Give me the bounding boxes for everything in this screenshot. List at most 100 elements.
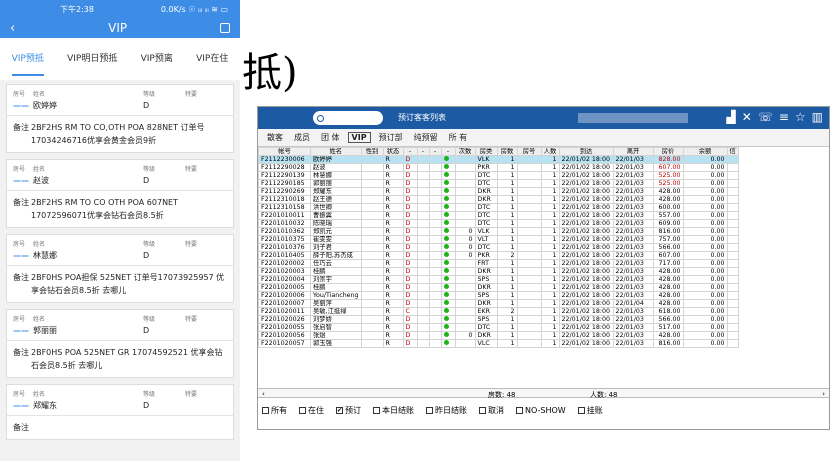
filter-checkbox[interactable]: 在住 [299, 405, 324, 416]
table-row[interactable]: F2112290185 郭丽丽 R D DTC 1 1 22/01/02 18:00 22/01… [258, 179, 739, 188]
scroll-right-icon[interactable]: › [822, 390, 825, 398]
filter-tab-2[interactable]: 团 体 [318, 132, 343, 143]
table-cell: 0.00 [682, 259, 728, 268]
guest-card[interactable]: 房号 姓名 等级 特要 —— 林慧娜 D 备注 2BF0HS POA担保 525NET 订单号1… [6, 234, 234, 303]
column-header[interactable]: 房类 [474, 147, 498, 156]
table-row[interactable]: F2201020007 吴丽萍 R D DKR 1 1 22/01/02 18:00 22/01… [258, 299, 739, 308]
column-header[interactable]: 房数 [496, 147, 518, 156]
table-row[interactable]: F2201020011 吴敏,江挺禄 R C EKR 2 1 22/01/02 18:00 22… [258, 307, 739, 316]
search-input[interactable] [313, 111, 383, 125]
unchecked-icon[interactable] [373, 407, 380, 414]
unchecked-icon[interactable] [479, 407, 486, 414]
column-header[interactable]: - [440, 147, 456, 156]
column-header[interactable]: 状态 [382, 147, 404, 156]
guest-card[interactable]: 房号 姓名 等级 特要 —— 郑耀东 D 备注 [6, 384, 234, 440]
unchecked-icon[interactable] [299, 407, 306, 414]
filter-tab-4[interactable]: 预订部 [376, 132, 406, 143]
column-header[interactable]: 离开 [612, 147, 654, 156]
grid-icon[interactable]: ▥ [812, 110, 823, 124]
table-row[interactable]: F2201010375 崔雯雯 R D 0 VLT 1 1 22/01/02 18:00 22/0… [258, 235, 739, 244]
table-row[interactable]: F2201010362 郑凯元 R D 0 VLK 1 1 22/01/02 18:00 22/0… [258, 227, 739, 236]
unchecked-icon[interactable] [516, 407, 523, 414]
filter-checkbox[interactable]: ✔ 预订 [336, 405, 361, 416]
back-icon[interactable]: ‹ [10, 21, 15, 36]
unchecked-icon[interactable] [577, 407, 585, 414]
table-row[interactable]: F2112290269 郑耀东 R D DKR 1 1 22/01/02 18:00 22/01… [258, 187, 739, 196]
table-cell: 609.00 [652, 219, 684, 228]
window-icon[interactable] [220, 23, 230, 33]
table-cell: 22/01/02 18:00 [558, 203, 614, 212]
table-row[interactable]: F2112310158 洪世卿 R D DTC 1 1 22/01/02 18:00 22/01… [258, 203, 739, 212]
table-cell: 428.00 [652, 267, 684, 276]
table-row[interactable]: F2201010032 陈晓瑞 R D DTC 1 1 22/01/02 18:00 22/01… [258, 219, 739, 228]
table-row[interactable]: F2201020004 刘崇宇 R D SPS 1 1 22/01/02 18:00 22/01… [258, 275, 739, 284]
tools-icon[interactable]: ✕ [742, 110, 752, 124]
table-row[interactable]: F2201020026 刘梦娇 R D SPS 1 1 22/01/02 18:00 22/01… [258, 315, 739, 324]
table-row[interactable]: F2201020002 任巧云 R D FRT 1 1 22/01/02 18:00 22/01… [258, 259, 739, 268]
filter-checkbox[interactable]: 挂账 [577, 405, 603, 416]
table-row[interactable]: F2201020005 桂鹏 R D DKR 1 1 22/01/02 18:00 22/01/… [258, 283, 739, 292]
filter-tab-0[interactable]: 散客 [264, 132, 286, 143]
checked-icon[interactable]: ✔ [336, 407, 343, 414]
table-cell [454, 299, 476, 308]
column-header[interactable]: 人数 [540, 147, 560, 156]
table-row[interactable]: F2112290139 林慧娜 R D DTC 1 1 22/01/02 18:00 22/01… [258, 171, 739, 180]
column-header[interactable]: 次数 [454, 147, 476, 156]
table-row[interactable]: F2112290028 赵波 R D PKR 1 1 22/01/02 18:00 22/01/… [258, 163, 739, 172]
unchecked-icon[interactable] [426, 407, 433, 414]
table-cell: 0.00 [682, 283, 728, 292]
column-header[interactable]: 房号 [516, 147, 542, 156]
table-cell [516, 211, 542, 220]
table-row[interactable]: F2112310018 赵王德 R D DKR 1 1 22/01/02 18:00 22/01… [258, 195, 739, 204]
filter-tab-3[interactable]: VIP [347, 132, 371, 143]
guest-card[interactable]: 房号 姓名 等级 特要 —— 赵波 D 备注 2BF2HS RM TO CO OTH POA 6… [6, 159, 234, 228]
guest-card[interactable]: 房号 姓名 等级 特要 —— 欧婷婷 D 备注 2BF2HS RM TO CO,OTH POA … [6, 84, 234, 153]
filter-tab-1[interactable]: 成员 [291, 132, 313, 143]
unchecked-icon[interactable] [262, 407, 269, 414]
filter-checkbox[interactable]: NO-SHOW [516, 405, 566, 416]
table-row[interactable]: F2201010011 曹振翼 R D DTC 1 1 22/01/02 18:00 22/01… [258, 211, 739, 220]
filter-tab-5[interactable]: 纯预留 [411, 132, 441, 143]
tab-1[interactable]: VIP明日预抵 [67, 38, 117, 80]
filter-checkbox[interactable]: 所有 [262, 405, 287, 416]
table-row[interactable]: F2112230006 欧婷婷 R D VLK 1 1 22/01/02 18:00 22/01… [258, 155, 739, 164]
column-header[interactable]: 性别 [360, 147, 384, 156]
column-header[interactable]: 信 [726, 147, 739, 156]
table-row[interactable]: F2201020055 张启智 R D DTC 1 1 22/01/02 18:00 22/01… [258, 323, 739, 332]
filter-checkbox[interactable]: 本日结账 [373, 405, 414, 416]
column-header[interactable]: 帐号 [258, 147, 311, 156]
table-row[interactable]: F2201020006 You/Tiancheng R D SPS 1 1 22/01/02 … [258, 291, 739, 300]
table-cell: 717.00 [652, 259, 684, 268]
tab-2[interactable]: VIP预离 [141, 38, 173, 80]
menu-icon[interactable]: ≡ [779, 110, 789, 124]
tab-0[interactable]: VIP预抵 [11, 38, 45, 80]
column-header[interactable]: 余额 [682, 147, 728, 156]
signal-icon[interactable]: ▟ [727, 110, 736, 124]
table-cell: 0 [454, 243, 476, 252]
table-row[interactable]: F2201020056 张煜 R D 0 DKR 1 1 22/01/02 18:00 22/01… [258, 331, 739, 340]
column-header[interactable]: 姓名 [310, 147, 362, 156]
grid-container[interactable]: 帐号 姓名 性别 状态 - - - - 次数 房类 房数 房号 人数 到达 离开 房价 余额信 F2112230… [258, 147, 829, 377]
star-icon[interactable]: ☆ [795, 110, 806, 124]
column-header[interactable]: - [428, 147, 442, 156]
table-row[interactable]: F2201010405 薛子阳,苏杰成 R D 0 PKR 2 1 22/01/02 18:00… [258, 251, 739, 260]
column-header[interactable]: - [416, 147, 430, 156]
table-row[interactable]: F2201020003 桂鹏 R D DKR 1 1 22/01/02 18:00 22/01/… [258, 267, 739, 276]
guest-card[interactable]: 房号 姓名 等级 特要 —— 郭丽丽 D 备注 2BF0HS POA 525NET GR 170… [6, 309, 234, 378]
table-row[interactable]: F2201020057 郭玉强 R D VLC 1 1 22/01/02 18:00 22/01… [258, 339, 739, 348]
filter-tab-6[interactable]: 所 有 [446, 132, 471, 143]
column-header[interactable]: - [402, 147, 418, 156]
table-row[interactable]: F2201010376 刘子君 R D 0 DTC 1 1 22/01/02 18:00 22/0… [258, 243, 739, 252]
table-cell: 22/01/03 [612, 203, 654, 212]
column-header[interactable]: 房价 [652, 147, 684, 156]
scroll-left-icon[interactable]: ‹ [262, 390, 265, 398]
vip-level: D [143, 251, 150, 260]
filter-checkbox[interactable]: 取消 [479, 405, 504, 416]
column-header[interactable]: 到达 [558, 147, 614, 156]
filter-checkbox[interactable]: 昨日结账 [426, 405, 467, 416]
phone-icon[interactable]: ☏ [758, 110, 773, 124]
table-cell: 0 [454, 235, 476, 244]
tab-3[interactable]: VIP在住 [196, 38, 228, 80]
table-cell: 22/01/03 [612, 243, 654, 252]
guest-name: 欧婷婷 [33, 101, 57, 110]
